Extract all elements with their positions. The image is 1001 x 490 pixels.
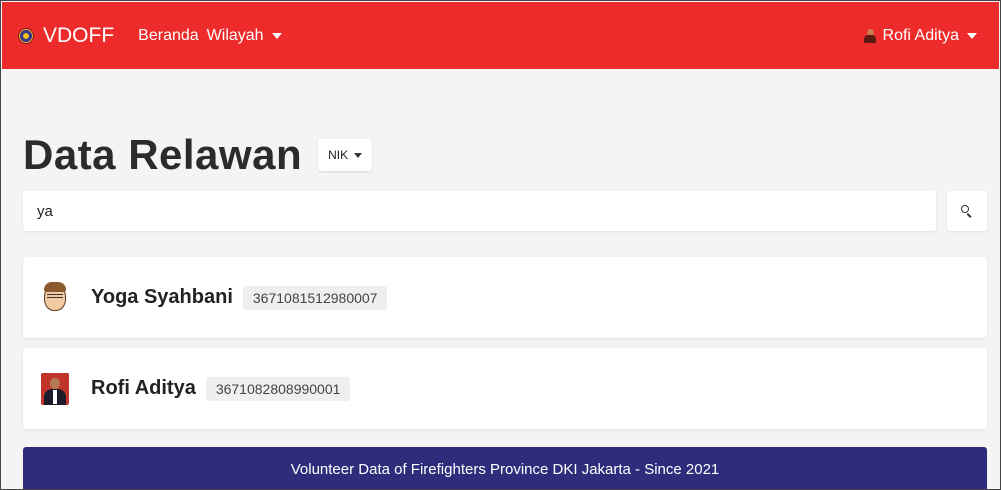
volunteer-nik-badge: 3671082808990001: [205, 376, 351, 401]
navbar: VDOFF Beranda Wilayah Rofi Aditya: [2, 2, 999, 69]
nav-link-label: Wilayah: [206, 26, 264, 44]
page-title: Data Relawan: [23, 131, 303, 178]
user-menu-dropdown[interactable]: Rofi Aditya: [863, 2, 977, 69]
firefighter-logo-icon: [18, 27, 34, 44]
brand-name: VDOFF: [43, 23, 115, 47]
caret-down-icon: [271, 32, 282, 39]
volunteer-name: Rofi Aditya: [91, 377, 196, 399]
volunteer-name: Yoga Syahbani: [91, 286, 233, 308]
filter-dropdown[interactable]: NIK: [318, 139, 373, 171]
footer-text: Volunteer Data of Firefighters Province …: [290, 460, 720, 478]
user-avatar-icon: [863, 28, 876, 43]
search-button[interactable]: [947, 191, 987, 231]
volunteer-nik-badge: 3671081512980007: [242, 285, 388, 310]
nav-dropdown-wilayah[interactable]: Wilayah: [207, 27, 282, 45]
result-card[interactable]: Yoga Syahbani 3671081512980007: [23, 257, 987, 338]
filter-dropdown-label: NIK: [328, 148, 349, 162]
nav-link-beranda[interactable]: Beranda: [138, 27, 199, 45]
footer: Volunteer Data of Firefighters Province …: [23, 447, 987, 489]
nav-link-label: Beranda: [138, 26, 199, 44]
caret-down-icon: [967, 32, 977, 39]
brand-link[interactable]: VDOFF: [18, 24, 114, 48]
cartoon-avatar: [41, 281, 69, 314]
app-frame: VDOFF Beranda Wilayah Rofi Aditya Data R…: [0, 0, 1001, 490]
photo-avatar: [41, 372, 69, 405]
caret-down-icon: [354, 152, 363, 158]
result-card[interactable]: Rofi Aditya 3671082808990001: [23, 348, 987, 429]
search-icon: [961, 205, 973, 218]
search-input[interactable]: [23, 191, 936, 231]
user-name: Rofi Aditya: [882, 26, 959, 44]
title-row: Data Relawan NIK: [23, 131, 373, 179]
